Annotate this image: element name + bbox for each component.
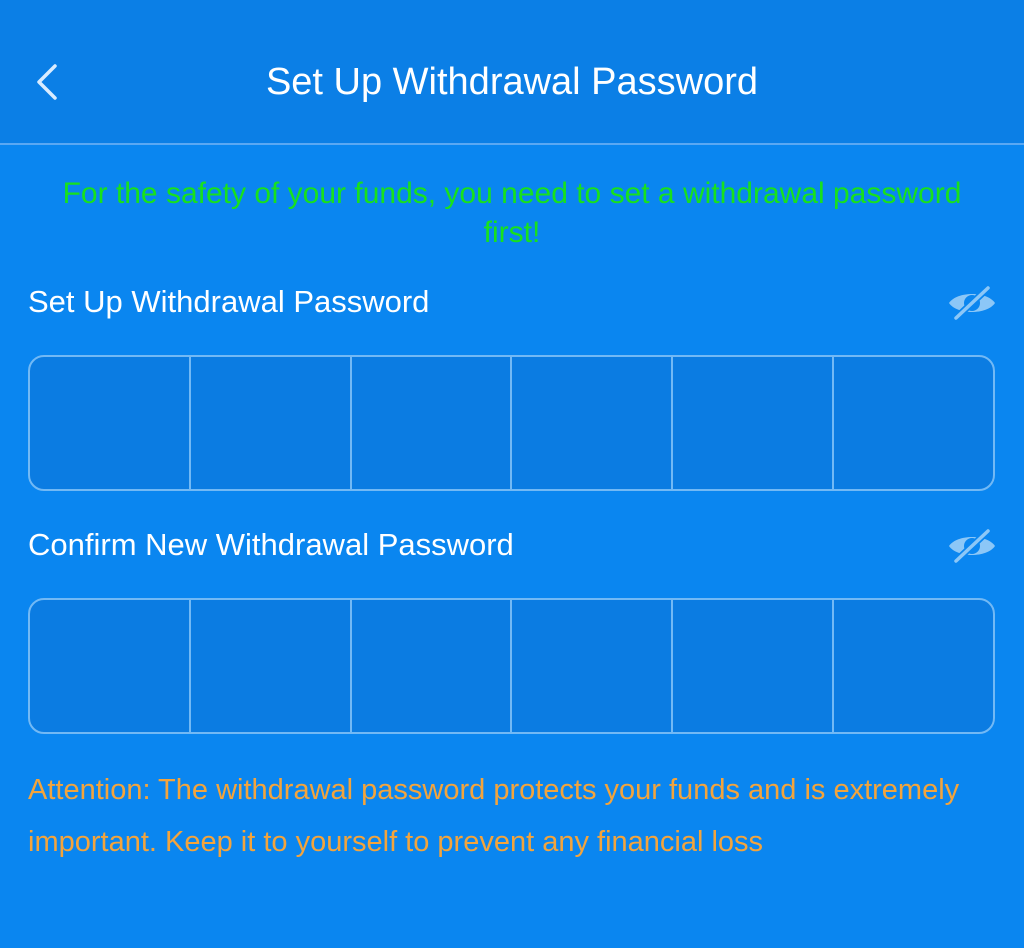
confirm-pin-input[interactable] [28,598,995,734]
confirm-password-label: Confirm New Withdrawal Password [28,527,514,562]
pin-digit-1[interactable] [30,600,191,732]
page-title: Set Up Withdrawal Password [265,61,759,103]
pin-digit-4[interactable] [512,357,674,489]
password-visibility-toggle[interactable] [944,283,1000,323]
pin-digit-6[interactable] [834,357,993,489]
confirm-visibility-toggle[interactable] [944,526,1000,566]
pin-digit-5[interactable] [673,600,835,732]
pin-digit-3[interactable] [352,357,513,489]
password-label: Set Up Withdrawal Password [28,284,430,319]
pin-digit-2[interactable] [191,600,352,732]
safety-notice: For the safety of your funds, you need t… [62,177,962,249]
pin-digit-2[interactable] [191,357,352,489]
pin-digit-6[interactable] [834,600,993,732]
pin-digit-1[interactable] [30,357,191,489]
pin-digit-4[interactable] [512,600,674,732]
attention-notice: Attention: The withdrawal password prote… [28,774,960,858]
pin-digit-5[interactable] [673,357,835,489]
eye-off-icon [949,284,995,322]
password-pin-input[interactable] [28,355,995,491]
pin-digit-3[interactable] [352,600,513,732]
header-bar: Set Up Withdrawal Password [0,0,1024,145]
eye-off-icon [949,527,995,565]
